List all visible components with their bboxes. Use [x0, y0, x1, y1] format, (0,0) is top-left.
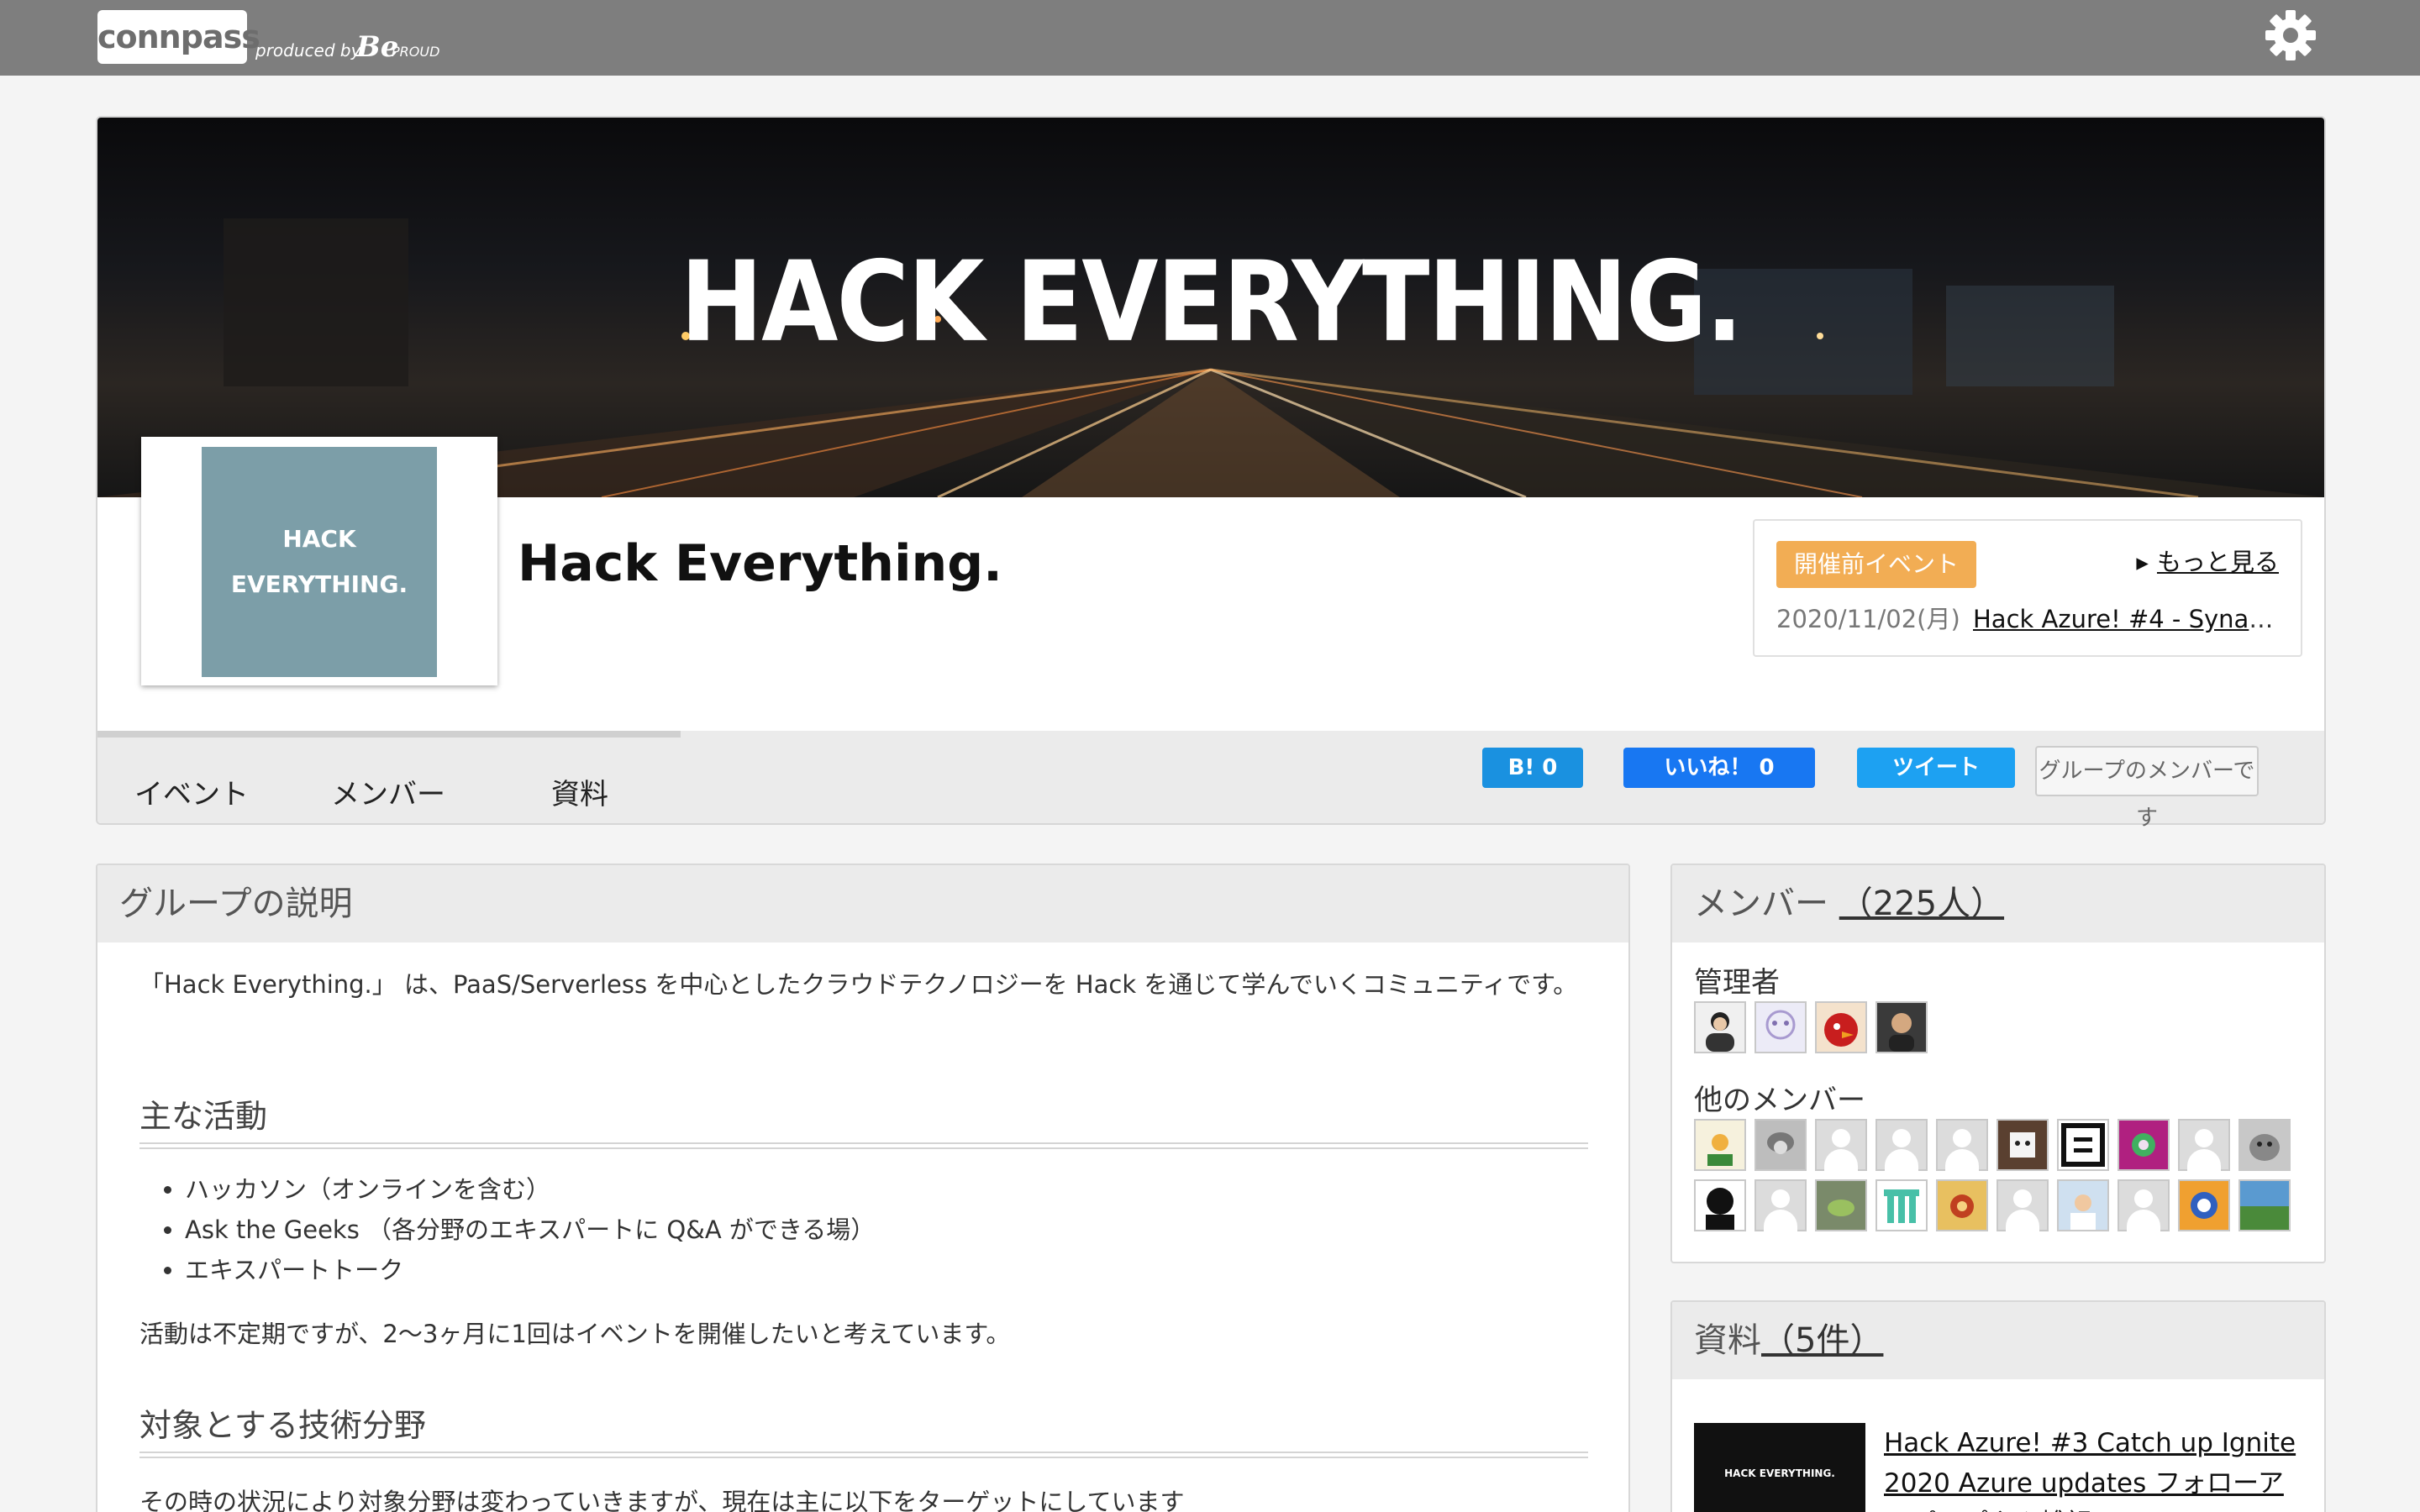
member-avatar[interactable] — [1876, 1179, 1928, 1231]
members-header: メンバー （225人） — [1672, 865, 2324, 942]
other-members-label: 他のメンバー — [1694, 1084, 1865, 1117]
group-title: Hack Everything. — [518, 534, 1002, 593]
fields-note: その時の状況により対象分野は変わっていきますが、現在は主に以下をターゲットにして… — [139, 1488, 1185, 1512]
admins-label: 管理者 — [1694, 966, 1780, 1000]
material-link[interactable]: Hack Azure! #3 Catch up Ignite 2020 Azur… — [1884, 1423, 2304, 1512]
group-logo-line1: HACK — [282, 525, 356, 553]
tab-events[interactable]: イベント — [134, 771, 249, 812]
see-more-link[interactable]: もっと見る — [2136, 543, 2279, 578]
produced-by-label: produced by — [255, 40, 361, 60]
group-logo-image: HACK EVERYTHING. — [202, 447, 437, 677]
admin-avatar[interactable] — [1694, 1001, 1746, 1053]
member-avatar[interactable] — [1815, 1179, 1867, 1231]
upcoming-event-row: 2020/11/02(月) Hack Azure! #4 - Synapse A… — [1776, 600, 2279, 635]
member-status-button[interactable]: グループのメンバーです — [2035, 746, 2259, 831]
members-title: メンバー — [1694, 885, 1828, 923]
list-item: エキスパートトーク — [185, 1250, 875, 1290]
member-avatar[interactable] — [1815, 1119, 1867, 1171]
description-header: グループの説明 — [97, 865, 1628, 942]
fields-divider — [139, 1452, 1588, 1458]
materials-count-link[interactable]: （5件） — [1761, 1321, 1883, 1360]
list-item: ハッカソン（オンラインを含む） — [185, 1169, 875, 1210]
top-navigation-bar: connpass produced by Be PROUD — [0, 0, 2420, 76]
tab-materials[interactable]: 資料 — [551, 771, 608, 812]
members-count-link[interactable]: （225人） — [1839, 885, 2004, 923]
member-avatar[interactable] — [1754, 1179, 1807, 1231]
fields-heading: 対象とする技術分野 — [139, 1407, 426, 1444]
activity-note: 活動は不定期ですが、2〜3ヶ月に1回はイベントを開催したいと考えています。 — [139, 1320, 1011, 1348]
member-avatar[interactable] — [2178, 1179, 2230, 1231]
group-logo-line2: EVERYTHING. — [230, 570, 408, 598]
activities-list: ハッカソン（オンラインを含む） Ask the Geeks （各分野のエキスパー… — [185, 1169, 875, 1290]
members-panel: メンバー （225人） 管理者 他のメンバー — [1670, 864, 2326, 1263]
member-avatar[interactable] — [1996, 1119, 2049, 1171]
description-intro: 「Hack Everything.」 は、PaaS/Serverless を中心… — [139, 970, 1578, 999]
connpass-logo[interactable]: connpass — [97, 10, 260, 64]
tab-members[interactable]: メンバー — [331, 771, 445, 812]
member-avatar[interactable] — [1694, 1179, 1746, 1231]
materials-panel: 資料（5件） HACK EVERYTHING. Hack Azure! #3 C… — [1670, 1300, 2326, 1512]
upcoming-event-badge: 開催前イベント — [1776, 541, 1976, 588]
member-avatar[interactable] — [2057, 1119, 2109, 1171]
materials-title: 資料 — [1694, 1321, 1761, 1360]
material-thumbnail[interactable]: HACK EVERYTHING. — [1694, 1423, 1865, 1512]
member-avatar[interactable] — [1754, 1119, 1807, 1171]
admin-avatar[interactable] — [1876, 1001, 1928, 1053]
admin-avatar[interactable] — [1754, 1001, 1807, 1053]
member-avatar[interactable] — [2178, 1119, 2230, 1171]
member-avatar[interactable] — [2118, 1179, 2170, 1231]
group-logo: HACK EVERYTHING. — [141, 437, 497, 685]
member-avatar[interactable] — [1936, 1179, 1988, 1231]
upcoming-event-date: 2020/11/02(月) — [1776, 605, 1960, 633]
materials-header: 資料（5件） — [1672, 1302, 2324, 1379]
activities-heading: 主な活動 — [139, 1098, 268, 1135]
member-avatar[interactable] — [1996, 1179, 2049, 1231]
list-item: Ask the Geeks （各分野のエキスパートに Q&A ができる場） — [185, 1210, 875, 1250]
member-avatar[interactable] — [2118, 1119, 2170, 1171]
tweet-button[interactable]: ツイート — [1857, 748, 2015, 788]
member-avatar[interactable] — [1936, 1119, 1988, 1171]
member-avatar[interactable] — [2057, 1179, 2109, 1231]
activities-divider — [139, 1142, 1588, 1149]
member-avatar[interactable] — [2238, 1119, 2291, 1171]
group-header-card: HACK EVERYTHING. HACK EVERYTHING. Hack E… — [96, 116, 2326, 825]
active-tab-indicator — [97, 731, 681, 738]
member-avatar[interactable] — [1876, 1119, 1928, 1171]
beproud-logo-sub: PROUD — [392, 44, 440, 60]
gear-icon[interactable] — [2262, 7, 2319, 64]
admin-avatar[interactable] — [1815, 1001, 1867, 1053]
group-description-panel: グループの説明 「Hack Everything.」 は、PaaS/Server… — [96, 864, 1630, 1512]
banner-title: HACK EVERYTHING. — [680, 236, 1743, 367]
upcoming-events-box: 開催前イベント もっと見る 2020/11/02(月) Hack Azure! … — [1753, 519, 2302, 657]
member-avatar[interactable] — [1694, 1119, 1746, 1171]
upcoming-event-link[interactable]: Hack Azure! #4 - Synapse Analytics Deep … — [1973, 605, 2279, 633]
facebook-like-button[interactable]: いいね！ 0 — [1623, 748, 1815, 788]
hatena-bookmark-button[interactable]: B! 0 — [1482, 748, 1583, 788]
member-avatar[interactable] — [2238, 1179, 2291, 1231]
